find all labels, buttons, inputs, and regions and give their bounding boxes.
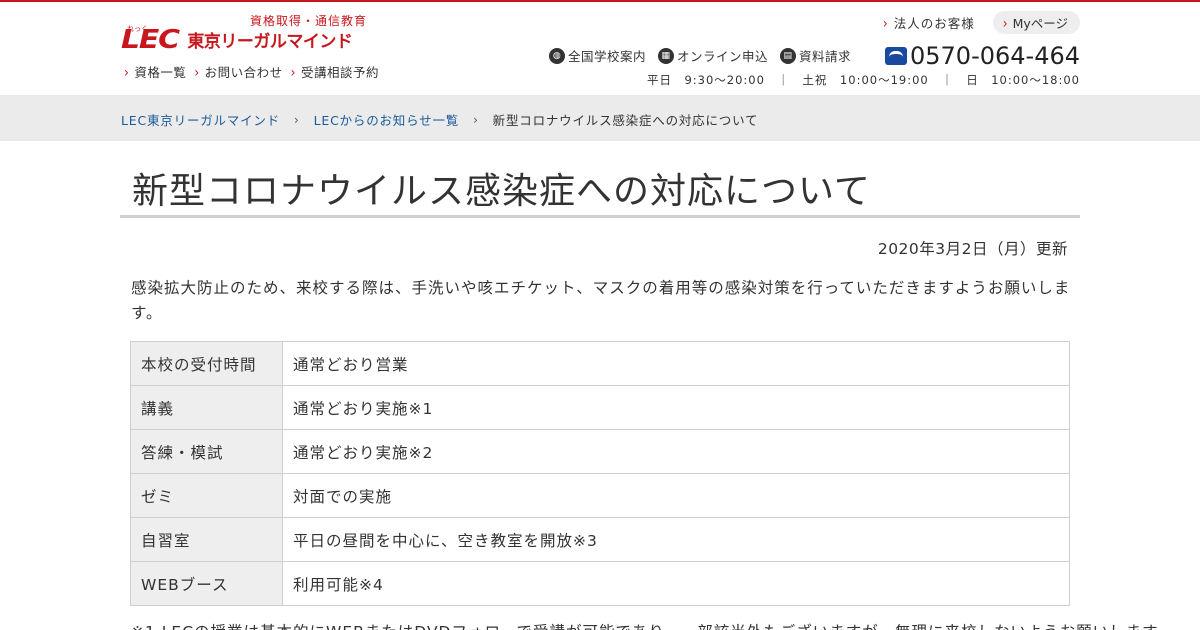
phone-contact[interactable]: 0570-064-464 bbox=[884, 42, 1080, 70]
table-key: 自習室 bbox=[130, 517, 283, 562]
table-row: 本校の受付時間 通常どおり営業 bbox=[130, 341, 1070, 386]
header-account-links: › 法人のお客様 › Myページ bbox=[883, 11, 1080, 34]
status-table: 本校の受付時間 通常どおり営業 講義 通常どおり実施※1 答練・模試 通常どおり… bbox=[130, 341, 1070, 606]
freedial-icon bbox=[884, 47, 907, 65]
table-value: 通常どおり営業 bbox=[282, 341, 1070, 386]
breadcrumb-bar: LEC東京リーガルマインド › LECからのお知らせ一覧 › 新型コロナウイルス… bbox=[0, 95, 1200, 141]
page-title: 新型コロナウイルス感染症への対応について bbox=[132, 171, 871, 212]
school-guide-link[interactable]: ◍ 全国学校案内 bbox=[549, 46, 646, 65]
table-value: 対面での実施 bbox=[282, 473, 1070, 518]
table-key: 講義 bbox=[130, 385, 283, 430]
chevron-right-icon: › bbox=[1002, 14, 1008, 31]
subnav-link-qualifications[interactable]: › 資格一覧 bbox=[124, 62, 186, 81]
keyboard-icon: ▦ bbox=[658, 47, 675, 64]
corporate-link[interactable]: › 法人のお客様 bbox=[883, 13, 975, 32]
logo-name: 東京リーガルマインド bbox=[187, 32, 353, 52]
logo-mark: LEC bbox=[121, 25, 180, 55]
table-row: 講義 通常どおり実施※1 bbox=[130, 385, 1070, 430]
table-row: ゼミ 対面での実施 bbox=[130, 473, 1070, 518]
document-icon: ▤ bbox=[780, 47, 797, 64]
business-hours: 平日 9:30～20:00 ｜ 土祝 10:00～19:00 ｜ 日 10:00… bbox=[646, 73, 1080, 87]
table-key: 答練・模試 bbox=[130, 429, 283, 474]
header-quicklinks: ◍ 全国学校案内 ▦ オンライン申込 ▤ 資料請求 bbox=[549, 46, 851, 65]
table-key: 本校の受付時間 bbox=[130, 341, 283, 386]
table-row: 答練・模試 通常どおり実施※2 bbox=[130, 429, 1070, 474]
header-subnav: › 資格一覧 › お問い合わせ › 受講相談予約 bbox=[124, 62, 379, 81]
top-accent-line bbox=[0, 0, 1200, 2]
chevron-right-icon: › bbox=[194, 63, 200, 80]
table-row: 自習室 平日の昼間を中心に、空き教室を開放※3 bbox=[130, 517, 1070, 562]
updated-date: 2020年3月2日（月）更新 bbox=[877, 240, 1068, 258]
brochure-request-link[interactable]: ▤ 資料請求 bbox=[780, 46, 851, 65]
globe-icon: ◍ bbox=[549, 47, 565, 64]
phone-number: 0570-064-464 bbox=[909, 42, 1080, 70]
breadcrumb-home[interactable]: LEC東京リーガルマインド bbox=[121, 110, 280, 129]
online-application-link[interactable]: ▦ オンライン申込 bbox=[658, 46, 768, 65]
chevron-right-icon: › bbox=[294, 112, 300, 127]
table-value: 通常どおり実施※2 bbox=[282, 429, 1070, 474]
subnav-link-consultation[interactable]: › 受講相談予約 bbox=[291, 62, 379, 81]
chevron-right-icon: › bbox=[473, 112, 479, 127]
table-value: 通常どおり実施※1 bbox=[282, 385, 1070, 430]
table-key: WEBブース bbox=[130, 561, 283, 606]
mypage-button[interactable]: › Myページ bbox=[992, 11, 1080, 34]
breadcrumb-news-list[interactable]: LECからのお知らせ一覧 bbox=[314, 110, 459, 129]
table-row: WEBブース 利用可能※4 bbox=[130, 561, 1070, 606]
chevron-right-icon: › bbox=[882, 14, 889, 31]
lec-logo[interactable]: れっく LEC 東京リーガルマインド bbox=[121, 25, 353, 55]
chevron-right-icon: › bbox=[124, 63, 130, 80]
subnav-link-contact[interactable]: › お問い合わせ bbox=[194, 62, 282, 81]
table-value: 平日の昼間を中心に、空き教室を開放※3 bbox=[282, 517, 1070, 562]
title-divider bbox=[120, 215, 1080, 218]
footnote-1: ※1 LECの授業は基本的にWEBまたはDVDフォローで受講が可能であり、一部該… bbox=[131, 620, 1174, 630]
breadcrumb: LEC東京リーガルマインド › LECからのお知らせ一覧 › 新型コロナウイルス… bbox=[121, 110, 758, 129]
table-key: ゼミ bbox=[130, 473, 283, 518]
chevron-right-icon: › bbox=[290, 63, 296, 80]
table-value: 利用可能※4 bbox=[282, 561, 1070, 606]
intro-text: 感染拡大防止のため、来校する際は、手洗いや咳エチケット、マスクの着用等の感染対策… bbox=[131, 279, 1071, 322]
breadcrumb-current: 新型コロナウイルス感染症への対応について bbox=[492, 113, 759, 128]
